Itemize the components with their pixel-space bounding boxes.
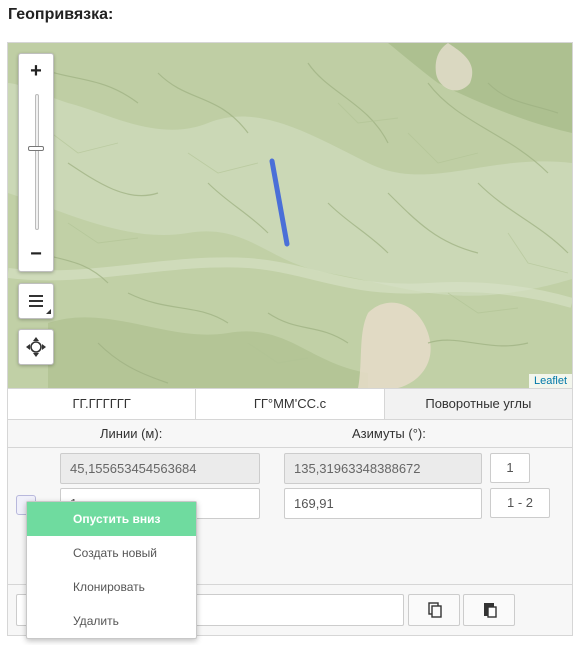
page-title: Геопривязка: (8, 6, 114, 23)
zoom-out-button[interactable]: − (19, 237, 53, 271)
tab-turning-angles[interactable]: Поворотные углы (384, 389, 572, 419)
menu-item-delete[interactable]: Удалить (27, 604, 196, 638)
azimuth-input[interactable]: 169,91 (284, 488, 482, 519)
menu-item-clone[interactable]: Клонировать (27, 570, 196, 604)
row-index-badge: 1 - 2 (490, 488, 550, 518)
map-view[interactable]: + − Leaflet (8, 43, 572, 388)
zoom-control: + − (18, 53, 54, 272)
zoom-in-button[interactable]: + (19, 54, 53, 88)
layers-button[interactable] (18, 283, 54, 319)
zoom-slider-handle[interactable] (28, 146, 44, 151)
row-index-badge: 1 (490, 453, 530, 483)
zoom-slider-track[interactable] (35, 94, 39, 230)
menu-item-move-down[interactable]: Опустить вниз (27, 502, 196, 536)
column-lines-header: Линии (м): (100, 426, 163, 441)
azimuth-field: 135,31963348388672 (284, 453, 482, 484)
copy-icon (428, 602, 442, 618)
menu-item-create-new[interactable]: Создать новый (27, 536, 196, 570)
crosshair-icon (26, 337, 46, 357)
layers-icon (29, 295, 51, 314)
paste-button[interactable] (463, 594, 515, 626)
coordinate-tabs: ГГ.ГГГГГГ ГГ°ММ'СС.с Поворотные углы (8, 388, 572, 419)
context-menu: Опустить вниз Создать новый Клонировать … (26, 501, 197, 639)
map-attribution[interactable]: Leaflet (528, 374, 572, 388)
tab-decimal-degrees[interactable]: ГГ.ГГГГГГ (8, 389, 197, 419)
copy-button[interactable] (408, 594, 460, 626)
terrain-tiles (8, 43, 572, 388)
line-length-field: 45,155653454563684 (60, 453, 260, 484)
column-azimuths-header: Азимуты (°): (352, 426, 426, 441)
table-header: Линии (м): Азимуты (°): (8, 419, 572, 448)
locate-button[interactable] (18, 329, 54, 365)
paste-icon (484, 603, 497, 618)
tab-dms[interactable]: ГГ°ММ'СС.с (196, 389, 385, 419)
